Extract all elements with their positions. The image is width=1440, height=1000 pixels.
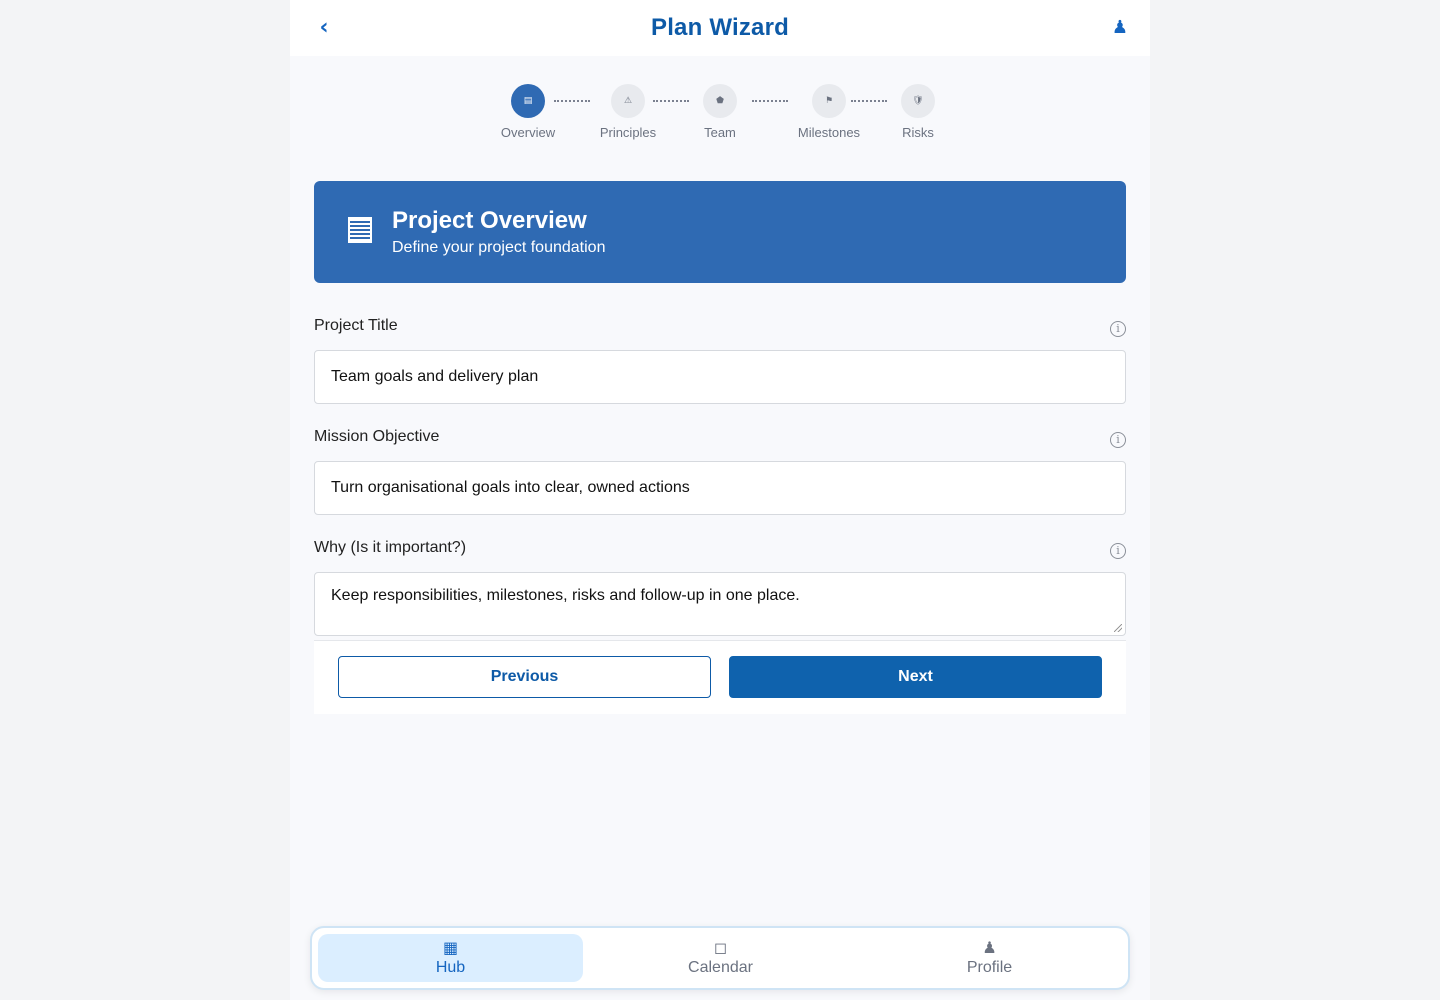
wizard-button-bar: Previous Next	[314, 640, 1126, 714]
nav-item-hub[interactable]: ▦ Hub	[318, 934, 583, 982]
top-bar: ‹ Plan Wizard ♟	[290, 0, 1150, 56]
step-overview[interactable]: ▤ Overview	[483, 84, 573, 140]
shield-icon: 🛡	[901, 84, 935, 118]
profile-icon: ♟	[982, 938, 997, 957]
why-textarea-value: Keep responsibilities, milestones, risks…	[331, 587, 800, 604]
step-label: Overview	[500, 125, 556, 140]
step-label: Risks	[902, 125, 934, 140]
grid-icon: ▦	[442, 938, 459, 957]
step-principles[interactable]: ⚠ Principles	[583, 84, 673, 140]
page-title: Plan Wizard	[650, 14, 789, 41]
info-icon[interactable]: i	[1110, 432, 1126, 448]
step-connector	[752, 100, 788, 102]
step-label: Principles	[599, 125, 657, 140]
resize-grip-icon[interactable]	[1114, 624, 1122, 632]
step-label: Team	[704, 125, 736, 140]
nav-item-calendar[interactable]: ◻ Calendar	[588, 934, 853, 982]
bottom-navigation: ▦ Hub ◻ Calendar ♟ Profile	[310, 926, 1130, 990]
project-title-label: Project Title	[314, 317, 398, 334]
nav-label: Profile	[966, 959, 1013, 976]
nav-item-profile[interactable]: ♟ Profile	[857, 934, 1122, 982]
step-label: Milestones	[797, 125, 861, 140]
calendar-icon: ◻	[713, 938, 728, 957]
info-icon[interactable]: i	[1110, 543, 1126, 559]
next-button[interactable]: Next	[729, 656, 1102, 698]
section-subtitle: Define your project foundation	[392, 239, 606, 256]
step-milestones[interactable]: ⚑ Milestones	[784, 84, 874, 140]
project-title-input[interactable]: Team goals and delivery plan	[314, 350, 1126, 404]
mission-objective-input[interactable]: Turn organisational goals into clear, ow…	[314, 461, 1126, 515]
document-icon: ▤	[511, 84, 545, 118]
step-risks[interactable]: 🛡 Risks	[873, 84, 963, 140]
mission-objective-label: Mission Objective	[314, 428, 440, 445]
why-label: Why (Is it important?)	[314, 539, 467, 556]
principles-icon: ⚠	[611, 84, 645, 118]
profile-icon[interactable]: ♟	[1110, 16, 1130, 40]
nav-label: Hub	[435, 959, 466, 976]
step-team[interactable]: ⬟ Team	[675, 84, 765, 140]
previous-button[interactable]: Previous	[338, 656, 711, 698]
document-icon	[348, 217, 372, 243]
info-icon[interactable]: i	[1110, 321, 1126, 337]
app-frame: ‹ Plan Wizard ♟ ▤ Overview ⚠ Principles …	[290, 0, 1150, 1000]
why-textarea[interactable]: Keep responsibilities, milestones, risks…	[314, 572, 1126, 636]
back-chevron-icon[interactable]: ‹	[312, 14, 336, 42]
section-title: Project Overview	[392, 207, 587, 234]
team-icon: ⬟	[703, 84, 737, 118]
section-header-card: Project Overview Define your project fou…	[314, 181, 1126, 283]
flag-icon: ⚑	[812, 84, 846, 118]
wizard-stepper: ▤ Overview ⚠ Principles ⬟ Team ⚑ Milesto…	[290, 84, 1150, 144]
nav-label: Calendar	[688, 959, 753, 976]
